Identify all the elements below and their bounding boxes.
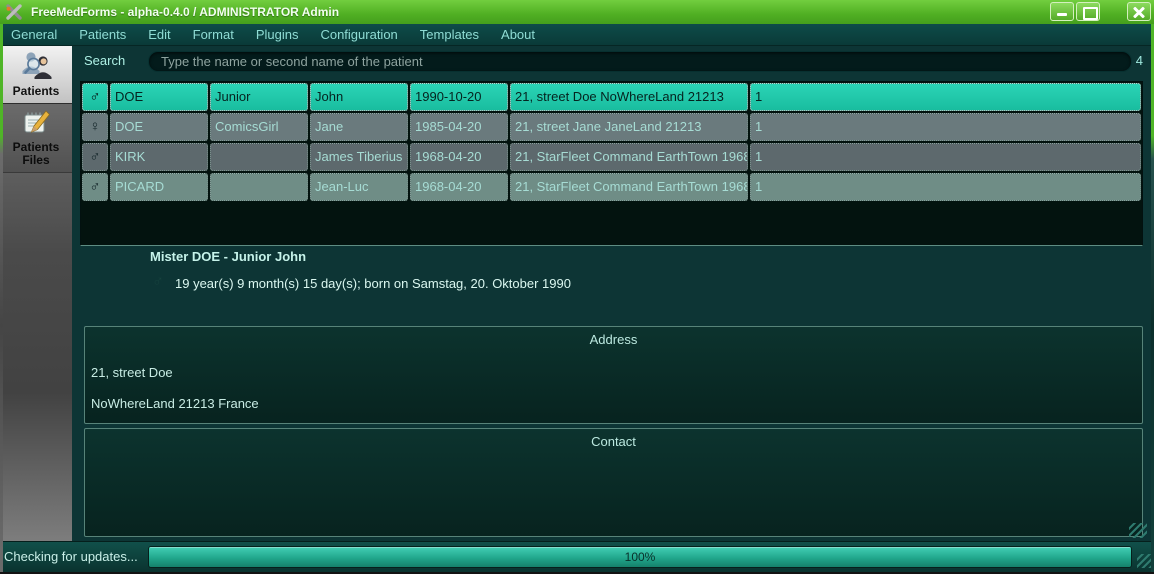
menu-templates[interactable]: Templates	[409, 24, 490, 45]
dob-cell[interactable]: 1968-04-20	[410, 173, 508, 201]
sidebar-item-patients-files[interactable]: Patients Files	[0, 104, 72, 173]
close-icon[interactable]	[1127, 2, 1151, 21]
dob-cell[interactable]: 1985-04-20	[410, 113, 508, 141]
details-gender-icon: ♂	[152, 273, 164, 290]
patient-row[interactable]: ♀ DOE ComicsGirl Jane 1985-04-20 21, street J…	[81, 112, 1142, 142]
maximize-icon[interactable]	[1076, 2, 1100, 21]
second-name-cell[interactable]: Junior	[210, 83, 308, 111]
gender-cell[interactable]: ♂	[82, 143, 108, 171]
menu-edit[interactable]: Edit	[137, 24, 181, 45]
address-cell[interactable]: 21, street Jane JaneLand 21213	[510, 113, 748, 141]
progress-label: 100%	[624, 550, 656, 564]
sidebar-item-label: Patients	[12, 84, 60, 98]
first-name-cell[interactable]: Jean-Luc	[310, 173, 408, 201]
sidebar: Patients Patients Files	[0, 46, 72, 541]
window-border-left	[0, 24, 3, 572]
name-cell[interactable]: DOE	[110, 83, 208, 111]
patient-details-title: Mister DOE - Junior John	[150, 249, 307, 264]
first-name-cell[interactable]: James Tiberius	[310, 143, 408, 171]
address-line: 21, street Doe	[91, 365, 173, 380]
menu-patients[interactable]: Patients	[68, 24, 137, 45]
contact-section: Contact	[84, 428, 1143, 537]
window-resize-grip[interactable]	[1137, 554, 1151, 568]
patient-files-icon	[24, 110, 51, 133]
patient-row[interactable]: ♂ KIRK James Tiberius 1968-04-20 21, StarFle…	[81, 142, 1142, 172]
address-line: NoWhereLand 21213 France	[91, 396, 259, 411]
first-name-cell[interactable]: John	[310, 83, 408, 111]
address-cell[interactable]: 21, StarFleet Command EarthTown 1968	[510, 173, 748, 201]
address-section: Address 21, street Doe NoWhereLand 21213…	[84, 326, 1143, 424]
second-name-cell[interactable]: ComicsGirl	[210, 113, 308, 141]
patient-row[interactable]: ♂ DOE Junior John 1990-10-20 21, street Doe N…	[81, 82, 1142, 112]
sidebar-item-label: Patients Files	[12, 140, 60, 167]
patient-table[interactable]: ♂ DOE Junior John 1990-10-20 21, street Doe N…	[80, 81, 1143, 246]
statusbar: Checking for updates... 100%	[0, 541, 1154, 572]
update-progress-bar: 100%	[148, 546, 1132, 568]
menubar: General Patients Edit Format Plugins Con…	[0, 24, 1154, 46]
app-logo-icon[interactable]	[5, 3, 23, 21]
dob-cell[interactable]: 1990-10-20	[410, 83, 508, 111]
search-label: Search	[84, 53, 126, 68]
sidebar-item-patients[interactable]: Patients	[0, 46, 72, 104]
search-bar: Search 4	[72, 46, 1151, 78]
second-name-cell[interactable]	[210, 143, 308, 171]
window-title: FreeMedForms - alpha-0.4.0 / ADMINISTRAT…	[31, 5, 340, 19]
address-cell[interactable]: 21, street Doe NoWhereLand 21213	[510, 83, 748, 111]
menu-plugins[interactable]: Plugins	[245, 24, 310, 45]
address-header: Address	[589, 332, 638, 347]
patient-row[interactable]: ♂ PICARD Jean-Luc 1968-04-20 21, StarFleet C…	[81, 172, 1142, 202]
patient-age-line: 19 year(s) 9 month(s) 15 day(s); born on…	[175, 276, 571, 291]
address-cell[interactable]: 21, StarFleet Command EarthTown 1968	[510, 143, 748, 171]
gender-cell[interactable]: ♂	[82, 83, 108, 111]
status-message: Checking for updates...	[4, 549, 138, 564]
gender-cell[interactable]: ♀	[82, 113, 108, 141]
menu-format[interactable]: Format	[182, 24, 245, 45]
first-name-cell[interactable]: Jane	[310, 113, 408, 141]
count-cell[interactable]: 1	[750, 113, 1141, 141]
menu-about[interactable]: About	[490, 24, 546, 45]
name-cell[interactable]: PICARD	[110, 173, 208, 201]
patients-search-icon	[22, 52, 52, 79]
name-cell[interactable]: DOE	[110, 113, 208, 141]
minimize-icon[interactable]	[1050, 2, 1074, 21]
gender-cell[interactable]: ♂	[82, 173, 108, 201]
menu-general[interactable]: General	[0, 24, 68, 45]
count-cell[interactable]: 1	[750, 173, 1141, 201]
count-cell[interactable]: 1	[750, 83, 1141, 111]
menu-configuration[interactable]: Configuration	[309, 24, 408, 45]
name-cell[interactable]: KIRK	[110, 143, 208, 171]
search-input[interactable]	[148, 51, 1132, 72]
count-cell[interactable]: 1	[750, 143, 1141, 171]
titlebar: FreeMedForms - alpha-0.4.0 / ADMINISTRAT…	[0, 0, 1154, 24]
second-name-cell[interactable]	[210, 173, 308, 201]
contact-header: Contact	[591, 434, 636, 449]
dob-cell[interactable]: 1968-04-20	[410, 143, 508, 171]
main-area: Search 4 ♂DOEJuniorJohn1990-10-2021, str…	[72, 46, 1151, 541]
resize-grip[interactable]	[1129, 523, 1147, 538]
search-result-count: 4	[1135, 53, 1143, 68]
